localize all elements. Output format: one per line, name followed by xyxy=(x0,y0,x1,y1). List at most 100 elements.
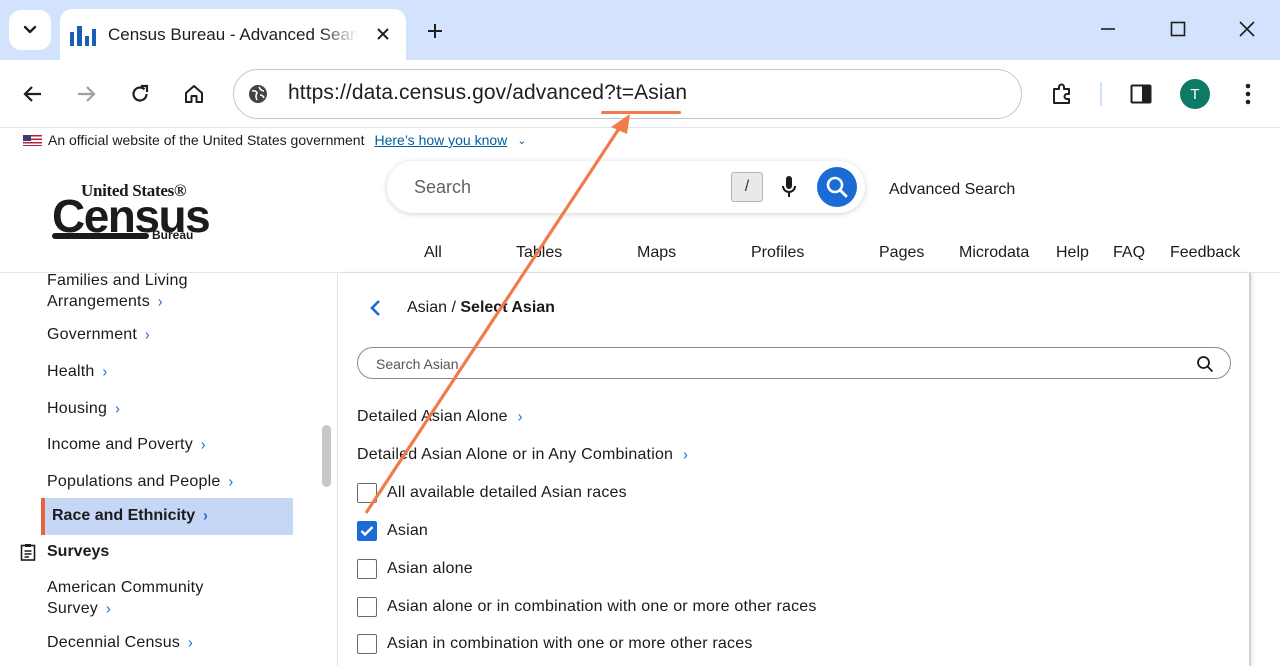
browser-tab[interactable]: Census Bureau - Advanced Search xyxy=(60,9,406,60)
chevron-right-icon: › xyxy=(157,292,163,310)
address-bar[interactable]: https://data.census.gov/advanced?t=Asian xyxy=(233,69,1022,119)
checkbox-all-detailed-asian[interactable]: All available detailed Asian races xyxy=(357,483,627,503)
checkmark-icon xyxy=(360,526,374,537)
checkbox-asian-alone-or-combination[interactable]: Asian alone or in combination with one o… xyxy=(357,597,817,617)
checkbox-asian-in-combination[interactable]: Asian in combination with one or more ot… xyxy=(357,634,753,654)
nav-microdata[interactable]: Microdata xyxy=(959,244,1029,262)
chevron-right-icon: › xyxy=(517,407,523,425)
nav-pages[interactable]: Pages xyxy=(879,244,924,262)
profile-avatar[interactable]: T xyxy=(1180,79,1210,109)
sidebar-item-race-ethnicity[interactable]: Race and Ethnicity › xyxy=(41,498,293,535)
sidebar-item-populations[interactable]: Populations and People › xyxy=(47,471,233,492)
side-panel-icon xyxy=(1130,84,1152,104)
browser-toolbar: https://data.census.gov/advanced?t=Asian xyxy=(0,60,1280,128)
side-panel-button[interactable] xyxy=(1123,76,1159,112)
chevron-right-icon: › xyxy=(200,435,206,453)
site-header: United States® Census Bureau Search / Ad… xyxy=(0,151,1280,273)
site-search[interactable]: Search / xyxy=(387,161,865,213)
chevron-right-icon: › xyxy=(102,362,108,380)
back-button[interactable] xyxy=(15,76,51,112)
toolbar-divider xyxy=(1100,82,1102,106)
forward-button[interactable] xyxy=(68,76,104,112)
filter-panel: Asian / Select Asian Search Asian Detail… xyxy=(338,273,1251,666)
checkbox[interactable] xyxy=(357,559,377,579)
surveys-section-header[interactable]: Surveys xyxy=(20,543,109,561)
chevron-right-icon: › xyxy=(188,633,193,651)
menu-button[interactable] xyxy=(1230,76,1266,112)
checkbox-asian-alone[interactable]: Asian alone xyxy=(357,559,473,579)
checkbox[interactable] xyxy=(357,597,377,617)
close-tab-button[interactable] xyxy=(372,23,394,45)
minimize-button[interactable] xyxy=(1091,14,1125,44)
home-button[interactable] xyxy=(176,76,212,112)
checkbox-asian[interactable]: Asian xyxy=(357,521,428,541)
panel-search-input[interactable]: Search Asian xyxy=(357,347,1231,379)
nav-feedback[interactable]: Feedback xyxy=(1170,244,1240,262)
census-favicon-icon xyxy=(70,24,96,46)
reload-button[interactable] xyxy=(122,76,158,112)
nav-maps[interactable]: Maps xyxy=(637,244,676,262)
chevron-right-icon: › xyxy=(115,399,120,417)
sidebar-item-decennial[interactable]: Decennial Census › xyxy=(47,632,193,653)
maximize-icon xyxy=(1170,21,1186,37)
breadcrumb: Asian / Select Asian xyxy=(407,299,555,316)
maximize-button[interactable] xyxy=(1161,14,1195,44)
checkbox-checked[interactable] xyxy=(357,521,377,541)
nav-profiles[interactable]: Profiles xyxy=(751,244,804,262)
slash-shortcut-key: / xyxy=(731,172,763,202)
window-close-icon xyxy=(1239,21,1255,37)
search-icon xyxy=(826,176,848,198)
extensions-icon xyxy=(1053,83,1070,104)
how-you-know-link[interactable]: Here’s how you know xyxy=(374,132,507,148)
back-arrow-icon xyxy=(23,86,41,102)
gov-banner: An official website of the United States… xyxy=(0,129,1280,151)
forward-arrow-icon xyxy=(78,86,96,102)
chevron-down-icon xyxy=(23,25,37,34)
back-button[interactable] xyxy=(365,297,385,319)
checkbox[interactable] xyxy=(357,483,377,503)
sidebar-item-government[interactable]: Government › xyxy=(47,324,150,345)
nav-tables[interactable]: Tables xyxy=(516,244,562,262)
tab-search-button[interactable] xyxy=(9,10,51,50)
sidebar-item-housing[interactable]: Housing › xyxy=(47,398,120,419)
panel-option-list: Detailed Asian Alone › Detailed Asian Alo… xyxy=(338,399,1249,666)
window-close-button[interactable] xyxy=(1230,14,1264,44)
minimize-icon xyxy=(1101,28,1115,30)
nav-faq[interactable]: FAQ xyxy=(1113,244,1145,262)
panel-header: Asian / Select Asian Search Asian xyxy=(338,273,1249,399)
chevron-down-icon[interactable]: ⌄ xyxy=(517,134,526,147)
sidebar-item-health[interactable]: Health › xyxy=(47,361,107,382)
sidebar-item-income[interactable]: Income and Poverty › xyxy=(47,434,206,455)
home-icon xyxy=(185,85,203,103)
site-info-icon[interactable] xyxy=(246,82,270,106)
nav-help[interactable]: Help xyxy=(1056,244,1089,262)
sidebar-scrollbar[interactable] xyxy=(322,425,331,487)
chevron-right-icon: › xyxy=(106,599,111,617)
sidebar-item-acs[interactable]: American Community Survey › xyxy=(47,578,204,619)
search-icon[interactable] xyxy=(1196,355,1214,373)
clipboard-icon xyxy=(20,544,36,561)
annotation-underline xyxy=(601,111,681,114)
microphone-icon[interactable] xyxy=(779,174,799,200)
tab-title: Census Bureau - Advanced Search xyxy=(108,24,358,44)
plus-icon xyxy=(428,24,442,38)
url-text[interactable]: https://data.census.gov/advanced?t=Asian xyxy=(288,81,687,105)
topic-sidebar: Families and Living Arrangements › Govern… xyxy=(0,271,338,666)
checkbox[interactable] xyxy=(357,634,377,654)
chevron-right-icon: › xyxy=(145,325,150,343)
nav-all[interactable]: All xyxy=(424,244,442,262)
chevron-left-icon xyxy=(370,300,380,316)
census-logo[interactable]: United States® Census Bureau xyxy=(52,181,211,243)
new-tab-button[interactable] xyxy=(420,16,450,46)
reload-icon xyxy=(132,84,149,102)
advanced-search-link[interactable]: Advanced Search xyxy=(889,181,1015,199)
chevron-right-icon: › xyxy=(228,472,234,490)
search-input[interactable]: Search xyxy=(414,177,471,198)
sidebar-item-families[interactable]: Families and Living Arrangements › xyxy=(47,271,188,312)
close-icon xyxy=(377,28,389,40)
chevron-right-icon: › xyxy=(683,445,689,463)
extensions-button[interactable] xyxy=(1044,76,1080,112)
search-button[interactable] xyxy=(817,167,857,207)
detailed-asian-combination-link[interactable]: Detailed Asian Alone or in Any Combinati… xyxy=(357,445,689,464)
detailed-asian-alone-link[interactable]: Detailed Asian Alone › xyxy=(357,407,523,426)
